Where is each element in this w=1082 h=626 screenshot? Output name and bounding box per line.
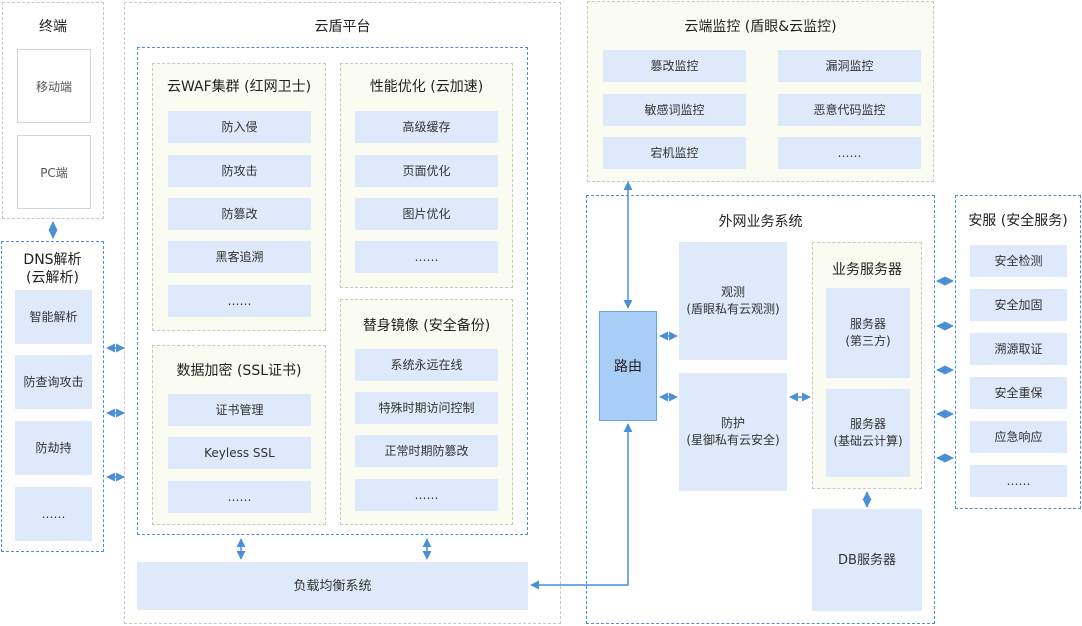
connectors (48, 181, 954, 590)
arrow-lb-router (530, 423, 633, 590)
